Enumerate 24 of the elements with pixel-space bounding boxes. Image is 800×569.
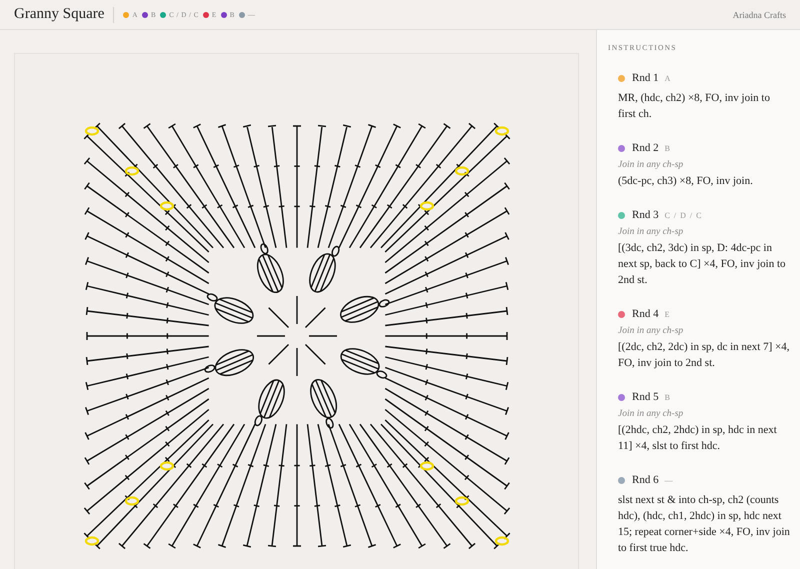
round-instructions: [(3dc, ch2, 3dc) in sp, D: 4dc-pc in next sp, back to C] ×4, FO, inv join to 2nd st.	[617, 241, 787, 288]
round-colors: C / D / C	[664, 210, 702, 220]
round-note: Join in any ch-sp	[617, 326, 684, 336]
round-instructions: (5dc-pc, ch3) ×8, FO, inv join.	[617, 174, 754, 189]
round-note: Join in any ch-sp	[617, 227, 684, 237]
round-name: Rnd 6	[632, 474, 659, 486]
round-name: Rnd 3	[632, 209, 659, 221]
pattern-title: Granny Square	[14, 6, 104, 23]
round-name: Rnd 1	[632, 72, 659, 84]
round-note: Join in any ch-sp	[617, 409, 684, 419]
round-name: Rnd 2	[632, 142, 659, 154]
round-colors: E	[664, 310, 670, 318]
author-name: Ariadna Crafts	[732, 10, 786, 20]
round-colors: B	[664, 144, 671, 152]
round-colors: —	[664, 476, 674, 484]
round-instructions: [(2hdc, ch2, 2hdc) in sp, hdc in next 11] ×4, slst to first hdc.	[617, 423, 778, 454]
round-colors: A	[664, 74, 672, 82]
round-colors: B	[664, 392, 671, 402]
round-note: Join in any ch-sp	[617, 160, 684, 170]
round-name: Rnd 5	[632, 391, 659, 403]
round-instructions: [(2dc, ch2, 2dc) in sp, dc in next 7] ×4, FO, inv join to 2nd st.	[617, 340, 790, 371]
round-instructions: MR, (hdc, ch2) ×8, FO, inv join to first ch.	[617, 91, 771, 122]
round-instructions: slst next st & into ch-sp, ch2 (counts hdc), (hdc, ch1, 2hdc) in sp, hdc next 15; repeat corner+side ×4, FO, inv join to first true hdc.	[617, 493, 790, 556]
round-name: Rnd 4	[632, 308, 659, 320]
